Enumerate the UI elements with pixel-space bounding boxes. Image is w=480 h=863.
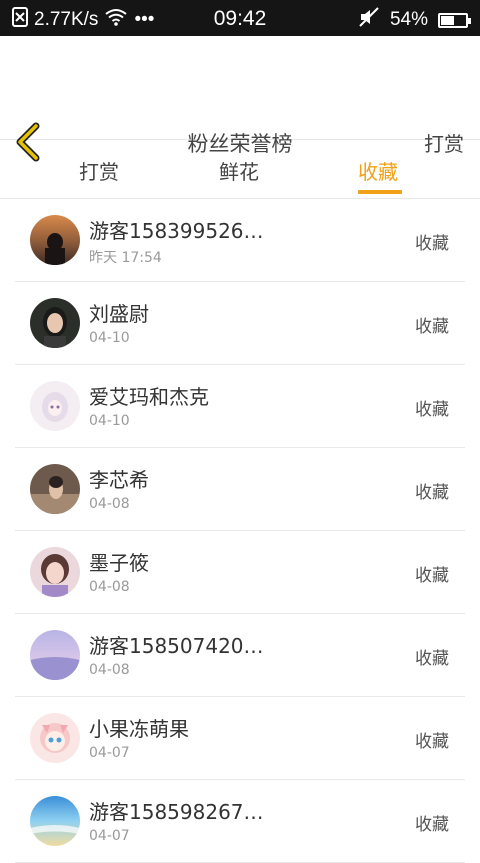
user-name: 小果冻萌果 [89,717,189,741]
tab-reward[interactable]: 打赏 [79,156,119,185]
list-item[interactable]: 游客158598267… 04-07 收藏 [15,780,465,863]
list-item[interactable]: 游客158507420… 04-08 收藏 [15,614,465,697]
user-name: 游客158399526… [89,219,264,243]
user-name: 墨子筱 [89,551,149,575]
tab-bar: 打赏 鲜花 收藏 [0,140,480,199]
mute-icon [358,7,380,33]
favorite-label: 收藏 [415,732,449,752]
battery-fill [441,15,454,25]
record-date: 04-08 [89,662,130,678]
avatar[interactable] [30,381,80,431]
avatar[interactable] [30,547,80,597]
user-name: 爱艾玛和杰克 [89,385,209,409]
tab-favorites[interactable]: 收藏 [358,156,398,185]
record-date: 04-08 [89,579,130,595]
list-item[interactable]: 爱艾玛和杰克 04-10 收藏 [15,365,465,448]
tab-flowers[interactable]: 鲜花 [219,156,259,185]
user-name: 李芯希 [89,468,149,492]
record-date: 04-10 [89,413,130,429]
favorite-label: 收藏 [415,483,449,503]
battery-icon [438,12,471,28]
list-item[interactable]: 刘盛尉 04-10 收藏 [15,282,465,365]
record-date: 昨天 17:54 [89,250,162,266]
list-item[interactable]: 小果冻萌果 04-07 收藏 [15,697,465,780]
user-name: 游客158598267… [89,800,264,824]
favorite-label: 收藏 [415,566,449,586]
record-date: 04-07 [89,745,130,761]
record-date: 04-10 [89,330,130,346]
battery-percent: 54% [389,9,428,30]
list-item[interactable]: 游客158399526… 昨天 17:54 收藏 [15,199,465,282]
favorite-label: 收藏 [415,317,449,337]
status-right: 54% [358,7,471,33]
avatar[interactable] [30,713,80,763]
user-name: 刘盛尉 [89,302,149,326]
avatar[interactable] [30,630,80,680]
avatar[interactable] [30,298,80,348]
avatar[interactable] [30,796,80,846]
favorite-label: 收藏 [415,234,449,254]
favorite-label: 收藏 [415,649,449,669]
active-tab-indicator [358,190,402,194]
record-date: 04-07 [89,828,130,844]
avatar[interactable] [30,215,80,265]
record-date: 04-08 [89,496,130,512]
status-bar: 2.77K/s ••• 09:42 54% [0,0,480,36]
list-item[interactable]: 李芯希 04-08 收藏 [15,448,465,531]
list-item[interactable]: 墨子筱 04-08 收藏 [15,531,465,614]
user-name: 游客158507420… [89,634,264,658]
avatar[interactable] [30,464,80,514]
nav-header: 粉丝荣誉榜 打赏 [0,36,480,162]
favorite-label: 收藏 [415,815,449,835]
favorite-label: 收藏 [415,400,449,420]
fan-list: 游客158399526… 昨天 17:54 收藏 刘盛尉 04-10 收藏 爱艾… [0,199,480,863]
